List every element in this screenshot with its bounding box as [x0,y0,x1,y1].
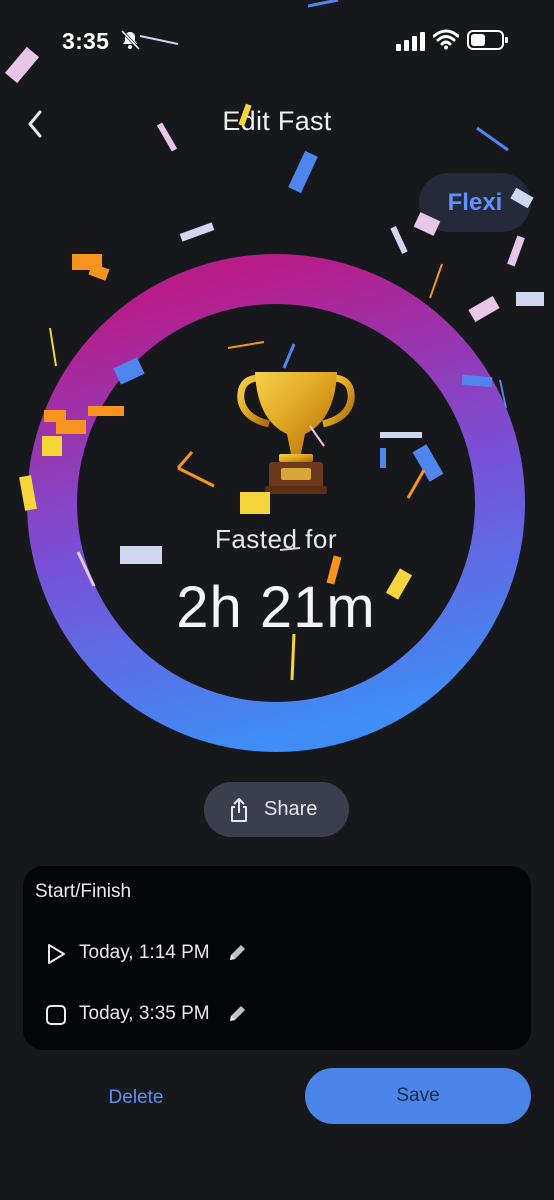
stop-icon [46,1005,66,1025]
share-icon [231,798,247,822]
play-icon [48,944,65,964]
status-bar: 3:35 [0,0,554,84]
nav-bar: Edit Fast [0,96,554,152]
start-time-row[interactable]: Today, 1:14 PM [45,937,285,971]
battery-icon [467,30,508,50]
wifi-icon [433,29,459,50]
finish-time-row[interactable]: Today, 3:35 PM [45,998,285,1032]
delete-button[interactable]: Delete [76,1078,196,1118]
start-finish-card: Start/Finish Today, 1:14 PM Today, 3:35 … [23,866,531,1050]
start-time-value: Today, 1:14 PM [79,942,210,963]
finish-time-value: Today, 3:35 PM [79,1003,210,1024]
pencil-icon[interactable] [227,943,247,963]
signal-icon [396,32,425,51]
page-title: Edit Fast [222,106,332,136]
trophy-icon [237,372,355,494]
bell-muted-icon [120,29,141,51]
save-button[interactable]: Save [305,1068,531,1124]
status-time: 3:35 [62,28,110,54]
progress-ring: Fasted for 2h 21m [25,252,527,754]
card-title: Start/Finish [35,881,132,902]
progress-ring-graphic [27,254,525,752]
fasted-duration: 2h 21m [176,575,376,640]
share-button[interactable]: Share [204,782,349,837]
share-label: Share [264,798,318,820]
pencil-icon[interactable] [227,1004,247,1024]
fasted-label: Fasted for [214,524,338,554]
plan-badge-button[interactable]: Flexi [419,173,531,232]
